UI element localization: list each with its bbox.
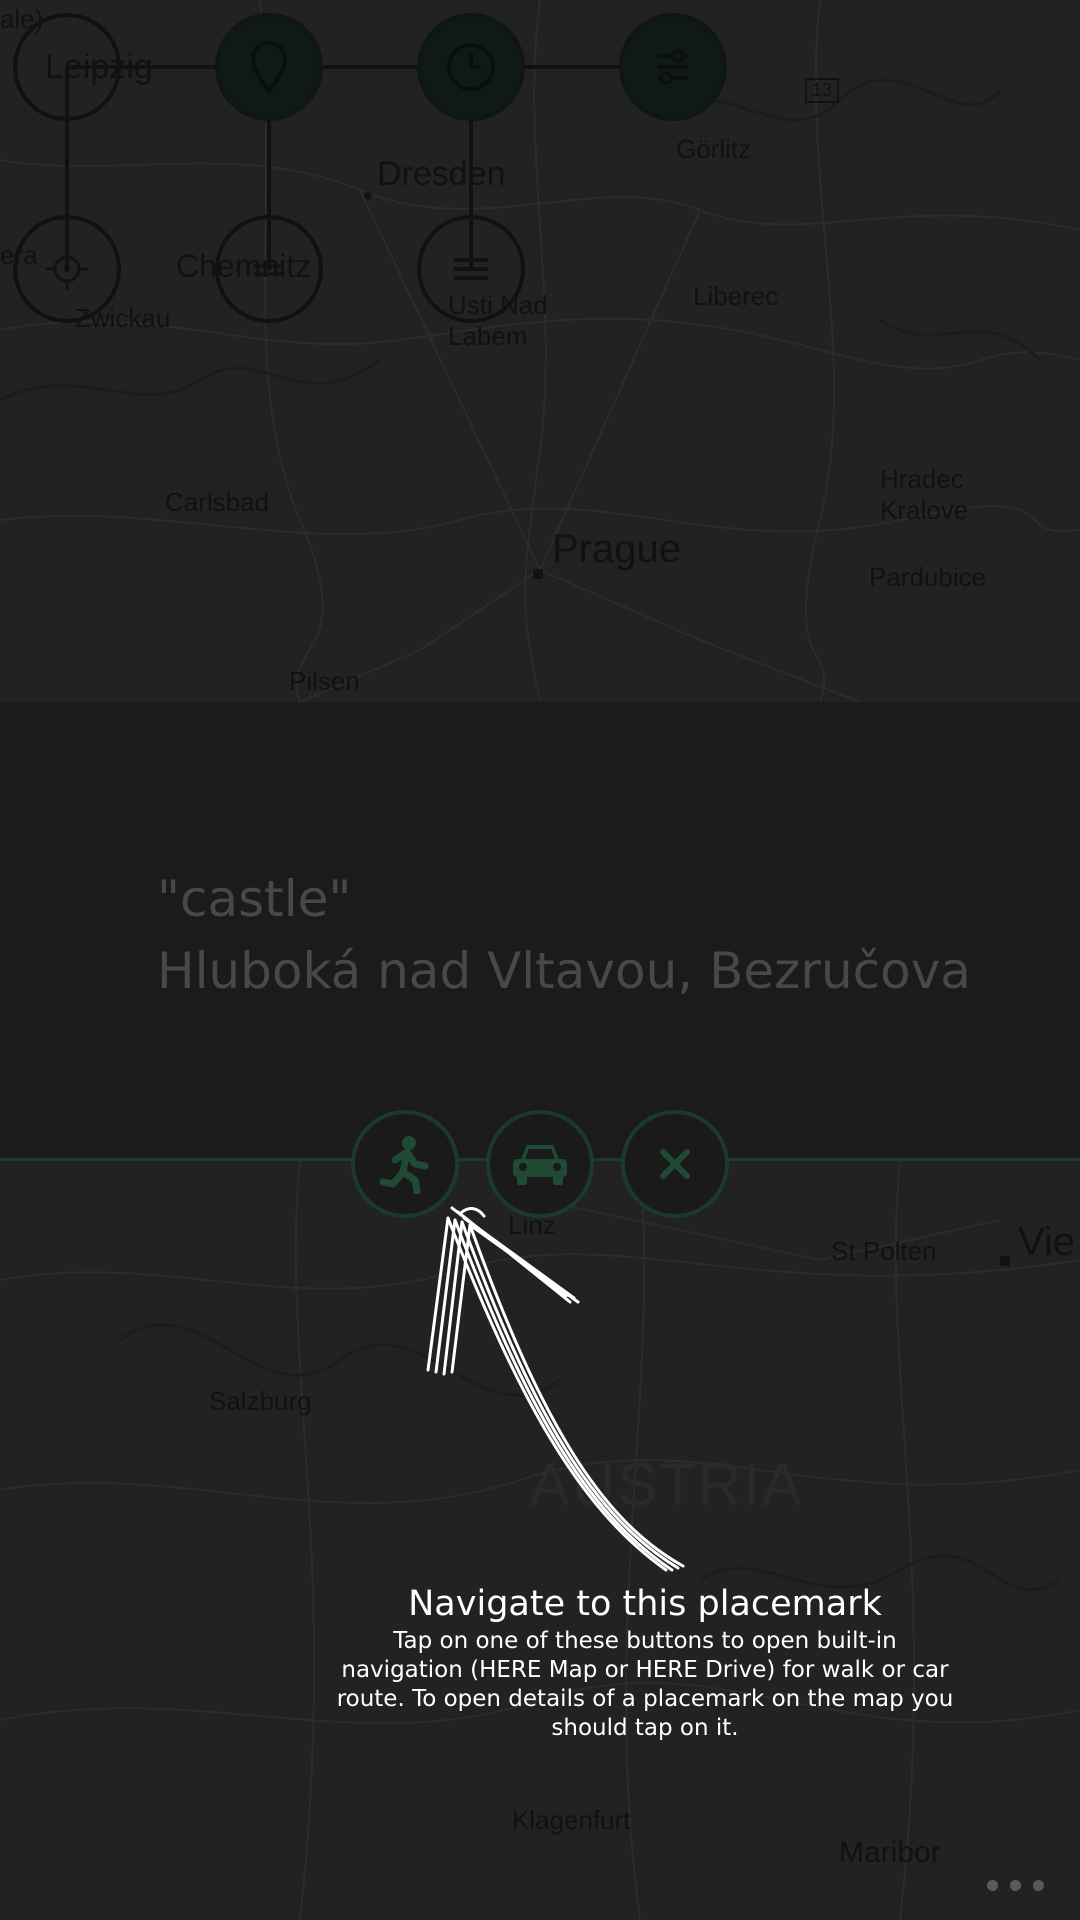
walk-route-button[interactable] [351, 1110, 459, 1218]
city-label: St Polten [831, 1236, 937, 1266]
menu-connector [67, 65, 677, 69]
map-top[interactable]: Leipzig Dresden Görlitz Chemnitz Zwickau… [0, 0, 1080, 702]
settings-button[interactable] [619, 13, 727, 121]
more-dot-icon [987, 1880, 998, 1891]
city-label: Hradec [880, 464, 964, 494]
city-label: Liberec [693, 281, 779, 311]
map-mode-button[interactable] [215, 215, 323, 323]
hint-title: Navigate to this placemark [408, 1584, 882, 1624]
close-placemark-button[interactable] [621, 1110, 729, 1218]
city-label: Prague [552, 527, 681, 571]
list-icon [454, 258, 488, 280]
city-label: Kralove [880, 495, 969, 525]
locate-button[interactable] [13, 215, 121, 323]
walk-icon [379, 1136, 429, 1194]
placemark-panel[interactable]: "castle" Hluboká nad Vltavou, Bezručova [0, 702, 1080, 1160]
hint-body: Tap on one of these buttons to open buil… [336, 1628, 954, 1741]
pin-icon [250, 41, 288, 95]
city-label: Vie [1018, 1220, 1076, 1264]
locate-icon [46, 248, 88, 290]
more-dot-icon [1010, 1880, 1021, 1891]
city-marker [1000, 1256, 1010, 1266]
close-icon [660, 1149, 690, 1179]
city-marker [364, 192, 372, 200]
city-marker [533, 569, 543, 579]
more-options-button[interactable] [987, 1880, 1044, 1891]
city-label: Görlitz [676, 134, 752, 164]
country-label: AUSTRIA [530, 1451, 805, 1518]
menu-root-button[interactable] [13, 13, 121, 121]
map-bottom[interactable]: Linz St Polten Vie Salzburg AUSTRIA Klag… [0, 1160, 1080, 1920]
clock-icon [447, 43, 495, 91]
road-sign: 13 [805, 78, 840, 103]
city-label: Pardubice [869, 562, 987, 592]
car-icon [513, 1145, 567, 1185]
city-label: Carlsbad [165, 487, 270, 517]
city-label: Maribor [839, 1836, 941, 1869]
list-button[interactable] [417, 215, 525, 323]
city-label: Pilsen [289, 666, 360, 696]
settings-icon [658, 49, 688, 85]
placemark-query: "castle" [157, 870, 352, 928]
map-layers-icon [254, 264, 284, 276]
history-button[interactable] [417, 13, 525, 121]
placemark-address: Hluboká nad Vltavou, Bezručova [157, 942, 971, 1000]
car-route-button[interactable] [486, 1110, 594, 1218]
placemarks-button[interactable] [215, 13, 323, 121]
city-label: Labem [448, 321, 528, 351]
more-dot-icon [1033, 1880, 1044, 1891]
city-label: Dresden [377, 155, 506, 193]
road-network [0, 0, 1080, 702]
city-label: Klagenfurt [512, 1805, 631, 1835]
city-label: Salzburg [209, 1386, 312, 1416]
